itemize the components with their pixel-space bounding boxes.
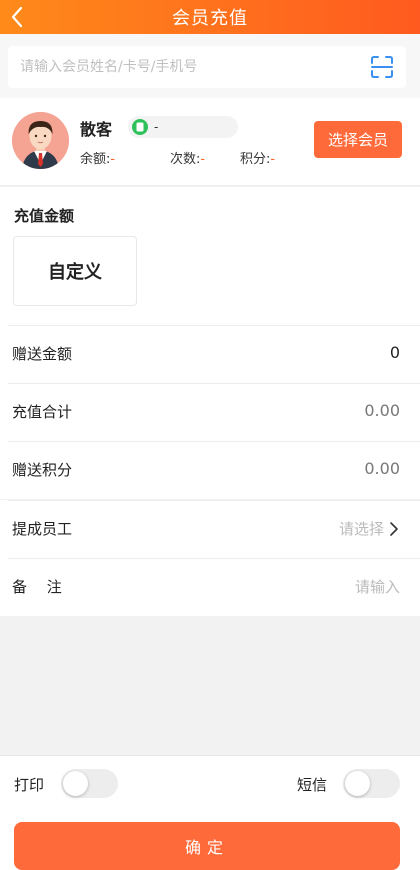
points-stat: 积分:-	[240, 148, 275, 167]
avatar	[12, 112, 69, 169]
member-search-input[interactable]	[20, 59, 350, 75]
page-title: 会员充值	[172, 8, 248, 29]
chevron-right-icon	[390, 521, 398, 536]
count-stat: 次数:-	[170, 148, 205, 167]
bonus-points-value: 0.00	[364, 459, 400, 478]
commission-staff-label: 提成员工	[12, 520, 73, 538]
search-section	[0, 34, 420, 98]
empty-area	[0, 617, 420, 754]
commission-staff-row[interactable]: 提成员工 请选择	[0, 500, 420, 558]
recharge-total-row: 充值合计 0.00	[0, 383, 420, 441]
commission-staff-picker[interactable]: 请选择	[339, 518, 400, 539]
bonus-amount-value: 0	[389, 343, 400, 362]
toggle-knob	[345, 771, 370, 796]
commission-staff-placeholder: 请选择	[338, 520, 384, 538]
remark-label: 备 注	[12, 578, 62, 596]
count-label: 次数:	[170, 152, 201, 167]
footer: 确定	[0, 810, 420, 870]
member-name: 散客	[80, 120, 113, 139]
divider	[8, 558, 420, 559]
bonus-points-label: 赠送积分	[12, 461, 73, 479]
print-toggle[interactable]	[61, 769, 118, 798]
member-card: 散客 - 余额:- 次数:- 积分:- 选择会员	[0, 98, 420, 186]
sms-label: 短信	[297, 776, 328, 794]
chevron-left-icon	[11, 6, 23, 28]
points-label: 积分:	[240, 152, 271, 167]
remark-row[interactable]: 备 注 请输入	[0, 558, 420, 616]
sms-toggle[interactable]	[343, 769, 400, 798]
balance-value: -	[110, 152, 116, 167]
balance-stat: 余额:-	[80, 148, 115, 167]
default-avatar-icon	[12, 112, 69, 169]
member-phone: -	[154, 120, 159, 134]
app-header: 会员充值	[0, 0, 420, 34]
recharge-amount-section: 充值金额 自定义	[0, 187, 420, 325]
balance-label: 余额:	[80, 152, 111, 167]
divider	[8, 500, 420, 501]
remark-input[interactable]: 请输入	[355, 576, 400, 597]
bonus-points-row[interactable]: 赠送积分 0.00	[0, 441, 420, 499]
select-member-button[interactable]: 选择会员	[314, 121, 402, 158]
search-box	[8, 46, 406, 88]
count-value: -	[200, 152, 206, 167]
recharge-total-value: 0.00	[364, 401, 400, 420]
recharge-total-label: 充值合计	[12, 403, 73, 421]
print-label: 打印	[14, 776, 45, 794]
points-value: -	[270, 152, 276, 167]
divider	[8, 383, 420, 384]
scan-icon[interactable]	[370, 55, 394, 79]
options-bar: 打印 短信	[0, 755, 420, 810]
custom-amount-option[interactable]: 自定义	[13, 236, 137, 306]
bonus-amount-row[interactable]: 赠送金额 0	[0, 325, 420, 383]
divider	[8, 325, 420, 326]
phone-icon	[132, 119, 148, 135]
confirm-button[interactable]: 确定	[14, 822, 400, 870]
divider	[8, 441, 420, 442]
back-button[interactable]	[10, 0, 38, 34]
recharge-amount-label: 充值金额	[14, 207, 75, 225]
member-phone-pill: -	[128, 116, 238, 138]
toggle-knob	[63, 771, 88, 796]
bonus-amount-label: 赠送金额	[12, 345, 73, 363]
